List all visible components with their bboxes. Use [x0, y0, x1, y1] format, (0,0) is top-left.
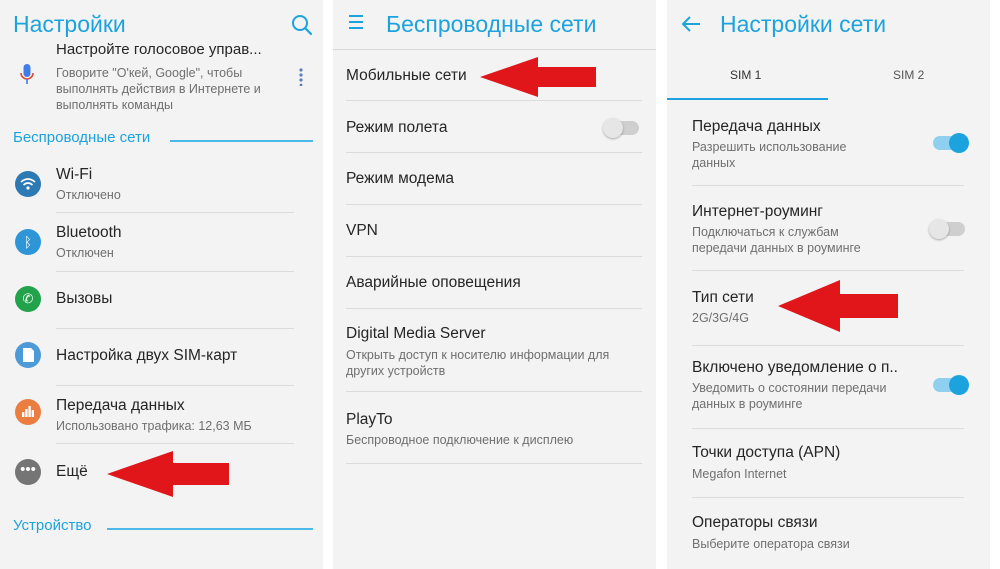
more-icon: ••• — [15, 459, 41, 485]
emergency-alerts-item[interactable]: Аварийные оповещения — [333, 257, 656, 308]
tab-sim2[interactable]: SIM 2 — [893, 68, 924, 82]
roaming-notification-label: Включено уведомление о п.. — [692, 359, 898, 376]
back-arrow-icon[interactable] — [681, 9, 701, 40]
more-label: Ещё — [56, 463, 88, 480]
wifi-item[interactable]: Wi-Fi Отключено — [0, 160, 323, 212]
data-transfer-desc: Разрешить использование данных — [692, 140, 847, 170]
bluetooth-status: Отключен — [56, 246, 114, 260]
wifi-status: Отключено — [56, 188, 121, 202]
wifi-label: Wi-Fi — [56, 166, 93, 183]
voice-control-desc: Говорите "О'кей, Google", чтобы выполнят… — [56, 66, 261, 112]
vpn-label: VPN — [346, 222, 378, 239]
divider — [56, 385, 294, 386]
mobile-networks-label: Мобильные сети — [346, 67, 467, 84]
active-tab-indicator — [667, 98, 828, 100]
apn-item[interactable]: Точки доступа (APN) Megafon Internet — [667, 430, 990, 496]
voice-control-item[interactable]: Настройте голосовое управ... Говорите "О… — [0, 38, 323, 118]
digital-media-server-item[interactable]: Digital Media Server Открыть доступ к но… — [333, 309, 656, 390]
wireless-title: Беспроводные сети — [386, 11, 597, 37]
bluetooth-item[interactable]: ᛒ Bluetooth Отключен — [0, 218, 323, 270]
divider — [692, 270, 964, 271]
data-transfer-item[interactable]: Передача данных Разрешить использование … — [667, 105, 990, 185]
internet-roaming-label: Интернет-роуминг — [692, 203, 823, 220]
playto-item[interactable]: PlayTo Беспроводное подключение к диспле… — [333, 392, 656, 462]
digital-media-server-desc: Открыть доступ к носителю информации для… — [346, 348, 610, 378]
arrow-annotation — [107, 451, 229, 497]
tab-sim1[interactable]: SIM 1 — [730, 68, 761, 82]
dual-sim-item[interactable]: Настройка двух SIM-карт — [0, 330, 323, 382]
carriers-label: Операторы связи — [692, 514, 818, 531]
sim-card-icon — [15, 342, 41, 368]
vpn-item[interactable]: VPN — [333, 205, 656, 256]
data-usage-icon — [15, 399, 41, 425]
calls-label: Вызовы — [56, 290, 113, 307]
playto-label: PlayTo — [346, 411, 393, 428]
section-divider — [107, 528, 313, 530]
data-transfer-toggle[interactable] — [933, 133, 969, 153]
settings-panel: Настройки Настройте голосовое управ... Г… — [0, 0, 323, 569]
microphone-icon — [20, 64, 34, 91]
divider — [346, 463, 642, 464]
digital-media-server-label: Digital Media Server — [346, 325, 486, 342]
calls-item[interactable]: ✆ Вызовы — [0, 274, 323, 326]
carriers-item[interactable]: Операторы связи Выберите оператора связи — [667, 500, 990, 560]
airplane-mode-item[interactable]: Режим полета — [333, 101, 656, 152]
arrow-annotation — [480, 57, 596, 97]
internet-roaming-desc: Подключаться к службам передачи данных в… — [692, 225, 861, 255]
voice-control-title: Настройте голосовое управ... — [56, 41, 262, 58]
emergency-alerts-label: Аварийные оповещения — [346, 274, 521, 291]
divider — [692, 185, 964, 186]
section-wireless-title: Беспроводные сети — [13, 129, 151, 146]
settings-title: Настройки — [13, 11, 126, 37]
divider — [56, 443, 294, 444]
arrow-annotation — [778, 280, 898, 332]
internet-roaming-toggle[interactable] — [929, 219, 965, 239]
wifi-icon — [15, 171, 41, 197]
network-type-value: 2G/3G/4G — [692, 311, 749, 325]
divider — [56, 328, 294, 329]
network-settings-panel: Настройки сети SIM 1 SIM 2 Передача данн… — [667, 0, 990, 569]
section-device-title: Устройство — [13, 517, 92, 534]
section-divider — [170, 140, 313, 142]
network-type-label: Тип сети — [692, 289, 754, 306]
airplane-mode-label: Режим полета — [346, 119, 448, 136]
menu-icon[interactable] — [349, 13, 367, 36]
apn-value: Megafon Internet — [692, 467, 787, 481]
data-usage-label: Передача данных — [56, 397, 185, 414]
phone-icon: ✆ — [15, 286, 41, 312]
modem-mode-item[interactable]: Режим модема — [333, 153, 656, 204]
data-usage-status: Использовано трафика: 12,63 МБ — [56, 419, 252, 433]
apn-label: Точки доступа (APN) — [692, 444, 841, 461]
network-settings-title: Настройки сети — [720, 11, 887, 37]
data-usage-item[interactable]: Передача данных Использовано трафика: 12… — [0, 388, 323, 440]
internet-roaming-item[interactable]: Интернет-роуминг Подключаться к службам … — [667, 190, 990, 270]
data-transfer-label: Передача данных — [692, 118, 821, 135]
bluetooth-icon: ᛒ — [15, 229, 41, 255]
drag-handle-icon[interactable] — [298, 68, 304, 91]
roaming-notification-item[interactable]: Включено уведомление о п.. Уведомить о с… — [667, 345, 990, 427]
bluetooth-label: Bluetooth — [56, 224, 122, 241]
dual-sim-label: Настройка двух SIM-карт — [56, 347, 238, 364]
network-settings-header: Настройки сети — [667, 0, 990, 50]
divider — [692, 497, 964, 498]
modem-mode-label: Режим модема — [346, 170, 454, 187]
carriers-desc: Выберите оператора связи — [692, 537, 850, 551]
roaming-notification-toggle[interactable] — [933, 375, 969, 395]
divider — [56, 212, 294, 213]
wireless-panel: Беспроводные сети Мобильные сети Режим п… — [333, 0, 656, 569]
playto-desc: Беспроводное подключение к дисплею — [346, 433, 574, 447]
divider — [56, 271, 294, 272]
divider — [692, 428, 964, 429]
roaming-notification-desc: Уведомить о состоянии передачи данных в … — [692, 381, 887, 411]
airplane-mode-toggle[interactable] — [603, 118, 639, 138]
wireless-header: Беспроводные сети — [333, 0, 656, 50]
